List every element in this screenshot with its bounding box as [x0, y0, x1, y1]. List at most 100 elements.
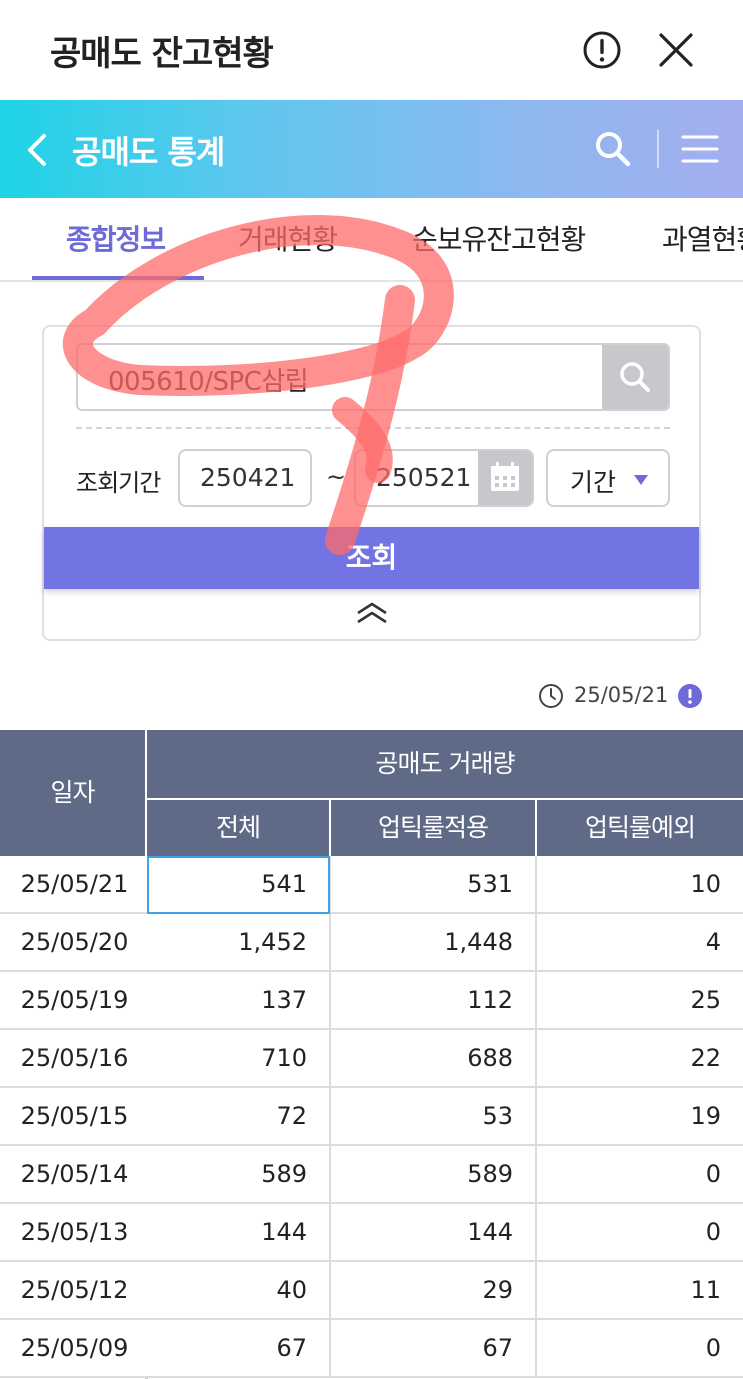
clock-icon [539, 684, 563, 708]
cell-uptick-apply[interactable]: 589 [331, 1146, 535, 1202]
date-from-value[interactable]: 250421 [200, 463, 295, 492]
table-row[interactable]: 25/05/16 710 688 22 [0, 1030, 743, 1088]
stock-search-button[interactable] [602, 345, 668, 409]
cell-total[interactable]: 40 [147, 1262, 329, 1318]
column-group-header: 공매도 거래량 [147, 730, 743, 798]
table-row[interactable]: 25/05/20 1,452 1,448 4 [0, 914, 743, 972]
column-divider [535, 1088, 537, 1146]
cell-date[interactable]: 25/05/19 [0, 972, 145, 1028]
calendar-icon [491, 462, 519, 491]
cell-date[interactable]: 25/05/13 [0, 1204, 145, 1260]
column-divider [329, 1088, 331, 1146]
timestamp-text: 25/05/21 [574, 683, 669, 707]
cell-uptick-apply[interactable]: 53 [331, 1088, 535, 1144]
dashed-divider [76, 427, 670, 429]
cell-uptick-apply[interactable]: 688 [331, 1030, 535, 1086]
cell-uptick-apply[interactable]: 531 [331, 856, 535, 912]
table-row[interactable]: 25/05/15 72 53 19 [0, 1088, 743, 1146]
cell-uptick-apply[interactable]: 1,448 [331, 914, 535, 970]
period-select-value: 기간 [570, 468, 617, 497]
table-row[interactable]: 25/05/13 144 144 0 [0, 1204, 743, 1262]
tab-overheat[interactable]: 과열현황 [662, 218, 743, 258]
cell-date[interactable]: 25/05/21 [0, 856, 145, 912]
column-divider [535, 914, 537, 972]
selected-cell-outline [147, 856, 330, 914]
active-tab-indicator [32, 276, 204, 280]
cell-total[interactable]: 1,452 [147, 914, 329, 970]
cell-total[interactable]: 589 [147, 1146, 329, 1202]
cell-date[interactable]: 25/05/15 [0, 1088, 145, 1144]
search-panel: 005610/SPC삼립 조회기간 250421 ~ 250521 기간 조회 [42, 325, 701, 641]
cell-total[interactable]: 710 [147, 1030, 329, 1086]
cell-uptick-except[interactable]: 0 [537, 1204, 743, 1260]
column-header-date: 일자 [0, 730, 145, 856]
cell-uptick-except[interactable]: 19 [537, 1088, 743, 1144]
column-divider [535, 1262, 537, 1320]
cell-uptick-except[interactable]: 22 [537, 1030, 743, 1086]
cell-date[interactable]: 25/05/16 [0, 1030, 145, 1086]
tab-bar: 종합정보 거래현황 순보유잔고현황 과열현황 [0, 198, 743, 282]
caret-down-icon [634, 475, 648, 485]
cell-uptick-except[interactable]: 11 [537, 1262, 743, 1318]
cell-uptick-except[interactable]: 0 [537, 1146, 743, 1202]
column-divider [329, 1204, 331, 1262]
nav-title: 공매도 통계 [72, 133, 225, 171]
cell-date[interactable]: 25/05/12 [0, 1262, 145, 1318]
table-row[interactable]: 25/05/14 589 589 0 [0, 1146, 743, 1204]
column-header-total: 전체 [147, 800, 329, 856]
date-to-field[interactable]: 250521 [354, 449, 534, 507]
column-divider [535, 1320, 537, 1378]
tab-trading[interactable]: 거래현황 [238, 218, 338, 258]
column-divider [535, 1204, 537, 1262]
column-divider [329, 1146, 331, 1204]
table-row[interactable]: 25/05/19 137 112 25 [0, 972, 743, 1030]
close-icon[interactable] [656, 30, 696, 70]
column-header-uptick-except: 업틱룰예외 [537, 800, 743, 856]
cell-uptick-except[interactable]: 10 [537, 856, 743, 912]
tab-summary[interactable]: 종합정보 [66, 218, 166, 258]
nav-bar: 공매도 통계 [0, 100, 743, 198]
cell-total[interactable]: 72 [147, 1088, 329, 1144]
column-divider [329, 1030, 331, 1088]
search-icon [620, 362, 650, 392]
date-from-field[interactable]: 250421 [178, 449, 312, 507]
cell-date[interactable]: 25/05/09 [0, 1320, 145, 1376]
back-arrow-icon[interactable] [22, 130, 52, 170]
column-divider [535, 972, 537, 1030]
cell-uptick-apply[interactable]: 67 [331, 1320, 535, 1376]
hamburger-menu-icon[interactable] [680, 133, 720, 165]
period-select[interactable]: 기간 [546, 449, 670, 507]
stock-input-value[interactable]: 005610/SPC삼립 [108, 361, 309, 398]
column-header-uptick-apply: 업틱룰적용 [331, 800, 535, 856]
table-row[interactable]: 25/05/12 40 29 11 [0, 1262, 743, 1320]
cell-total[interactable]: 137 [147, 972, 329, 1028]
query-button[interactable]: 조회 [44, 527, 699, 589]
cell-uptick-except[interactable]: 4 [537, 914, 743, 970]
cell-uptick-apply[interactable]: 112 [331, 972, 535, 1028]
column-divider [329, 972, 331, 1030]
stock-search-field[interactable]: 005610/SPC삼립 [76, 343, 670, 411]
cell-date[interactable]: 25/05/14 [0, 1146, 145, 1202]
table-row[interactable]: 25/05/09 67 67 0 [0, 1320, 743, 1378]
tab-net-balance[interactable]: 순보유잔고현황 [412, 218, 586, 258]
cell-uptick-apply[interactable]: 144 [331, 1204, 535, 1260]
column-divider [535, 856, 537, 914]
collapse-chevron-icon[interactable] [355, 601, 389, 625]
cell-uptick-apply[interactable]: 29 [331, 1262, 535, 1318]
table-row[interactable]: 25/05/21 541 531 10 [0, 856, 743, 914]
date-to-value[interactable]: 250521 [376, 463, 471, 492]
cell-uptick-except[interactable]: 25 [537, 972, 743, 1028]
cell-uptick-except[interactable]: 0 [537, 1320, 743, 1376]
cell-total[interactable]: 67 [147, 1320, 329, 1376]
period-label: 조회기간 [76, 469, 161, 497]
cell-date[interactable]: 25/05/20 [0, 914, 145, 970]
column-divider [329, 1320, 331, 1378]
search-icon[interactable] [594, 130, 632, 168]
calendar-button[interactable] [478, 451, 532, 505]
date-range-separator: ~ [326, 463, 347, 491]
cell-total[interactable]: 144 [147, 1204, 329, 1260]
column-divider [329, 1262, 331, 1320]
app-title-bar: 공매도 잔고현황 [0, 0, 743, 100]
info-icon[interactable] [582, 30, 622, 70]
alert-icon[interactable] [677, 683, 703, 709]
